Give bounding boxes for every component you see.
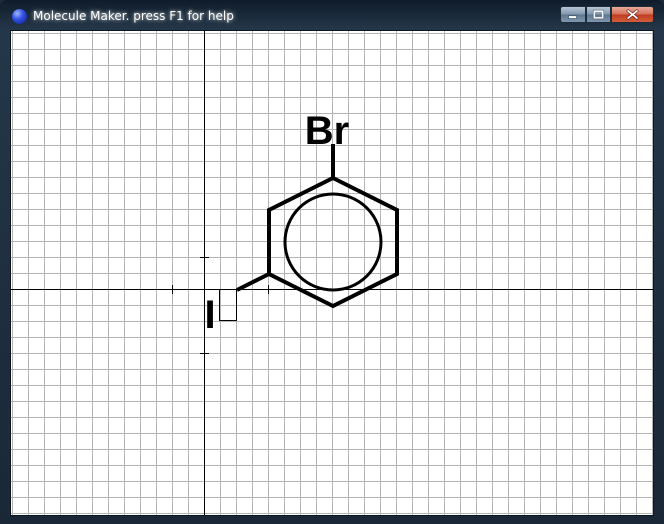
iodine-label[interactable]: I xyxy=(204,293,215,337)
minimize-button[interactable] xyxy=(560,6,586,23)
maximize-icon xyxy=(592,9,605,20)
bromine-label[interactable]: Br xyxy=(305,109,349,153)
blue-sphere-icon[interactable] xyxy=(12,9,27,24)
window-title: Molecule Maker. press F1 for help xyxy=(33,9,234,23)
close-button[interactable] xyxy=(611,6,654,23)
drawing-surface[interactable]: Br I xyxy=(11,31,654,516)
drawing-canvas[interactable]: Br I xyxy=(10,30,654,516)
minimize-icon xyxy=(568,15,577,19)
grid xyxy=(11,31,653,515)
title-bar[interactable]: Molecule Maker. press F1 for help xyxy=(0,0,664,30)
maximize-button[interactable] xyxy=(586,6,611,23)
app-window: Molecule Maker. press F1 for help Br I xyxy=(0,0,664,524)
close-icon xyxy=(626,9,639,20)
